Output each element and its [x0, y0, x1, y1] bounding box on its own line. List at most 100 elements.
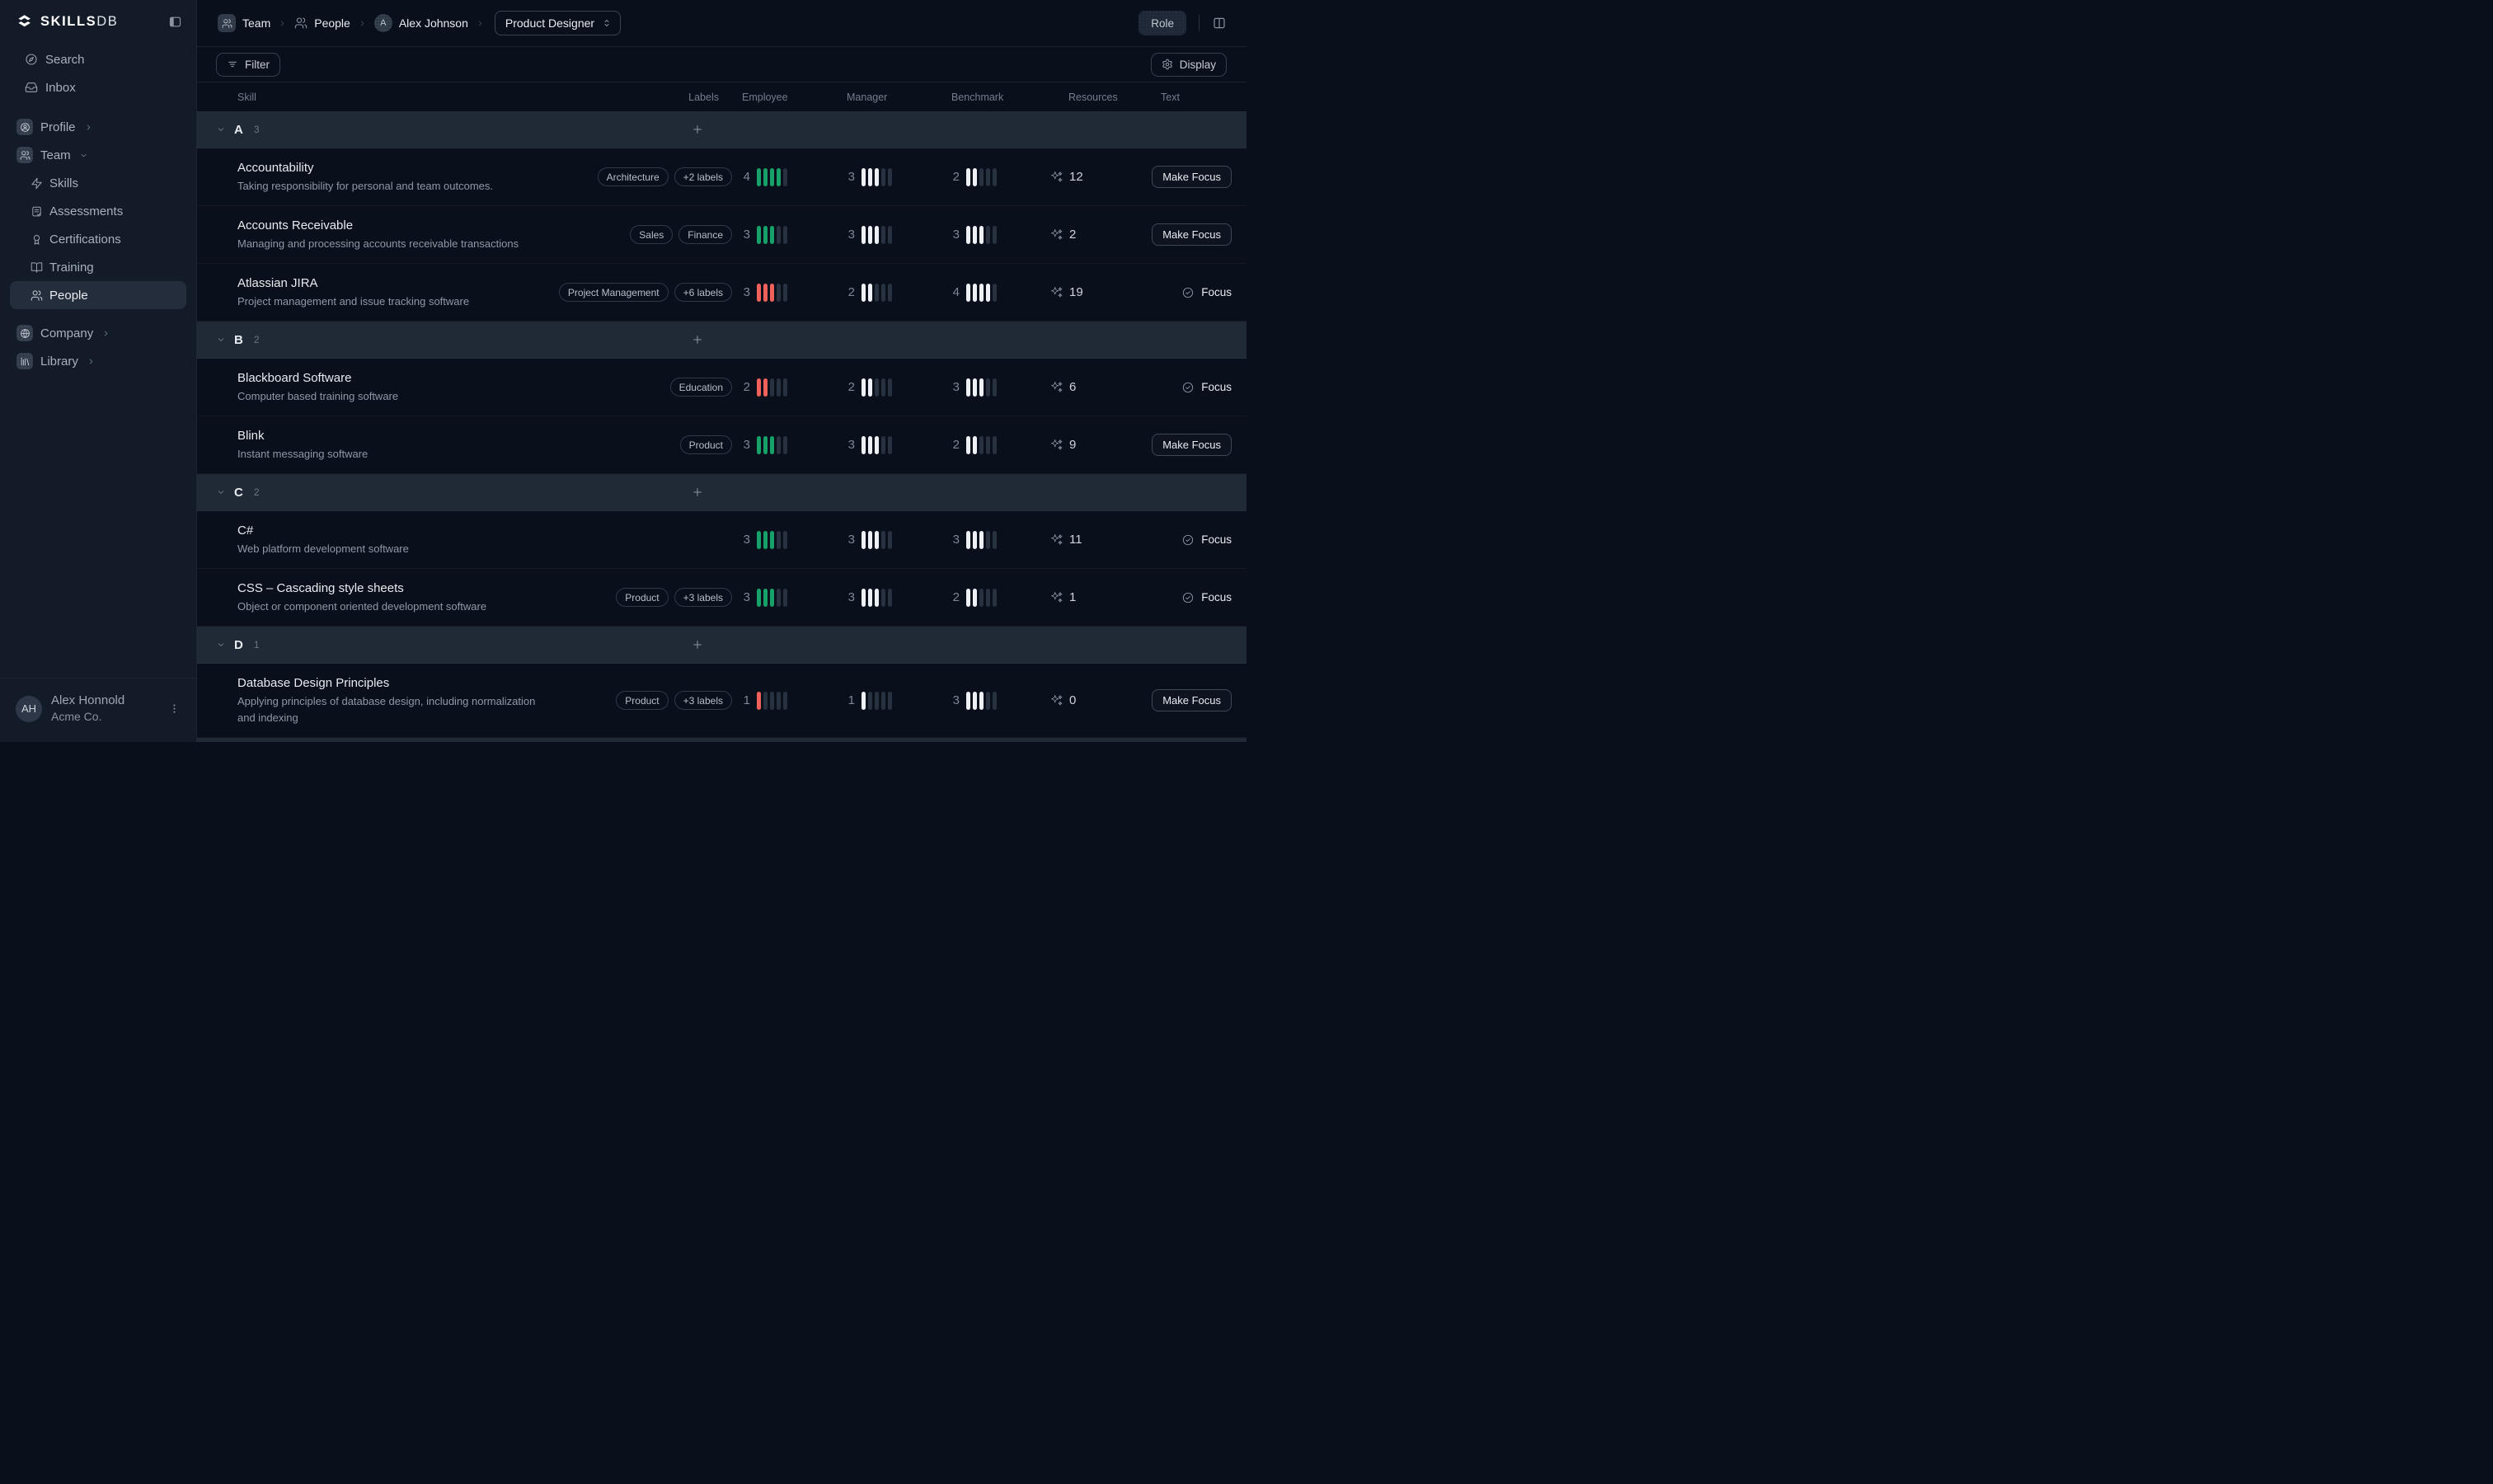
- divider: [1199, 15, 1200, 31]
- add-skill-plus-icon[interactable]: [691, 486, 704, 499]
- focus-status[interactable]: Focus: [1181, 533, 1232, 547]
- chevron-down-icon[interactable]: [216, 640, 226, 650]
- table-row[interactable]: Database Design Principles Applying prin…: [197, 664, 1246, 738]
- manager-rating: 3: [837, 226, 941, 244]
- group-header-row[interactable]: C 2: [197, 474, 1246, 511]
- focus-status-label: Focus: [1201, 381, 1232, 393]
- rating-bar: [881, 436, 885, 454]
- role-button[interactable]: Role: [1139, 11, 1186, 35]
- rating-bar: [973, 378, 977, 397]
- make-focus-button[interactable]: Make Focus: [1152, 689, 1232, 711]
- label-pill[interactable]: +2 labels: [674, 167, 732, 186]
- sidebar-item-certifications[interactable]: Certifications: [10, 225, 186, 253]
- rating-bar: [986, 284, 990, 302]
- table-row[interactable]: Atlassian JIRA Project management and is…: [197, 264, 1246, 322]
- sidebar-item-search[interactable]: Search: [10, 45, 186, 73]
- resources-cell[interactable]: 6: [1045, 380, 1161, 394]
- add-skill-plus-icon[interactable]: [691, 123, 704, 136]
- group-header-row[interactable]: D 1: [197, 627, 1246, 664]
- filter-button[interactable]: Filter: [216, 53, 280, 77]
- resources-cell[interactable]: 12: [1045, 170, 1161, 184]
- sidebar-item-assessments[interactable]: Assessments: [10, 197, 186, 225]
- label-pill[interactable]: Education: [670, 378, 732, 397]
- rating-bar: [986, 226, 990, 244]
- label-pill[interactable]: Product: [680, 435, 732, 454]
- table-row[interactable]: Blink Instant messaging software Product…: [197, 416, 1246, 474]
- breadcrumb-team[interactable]: Team: [218, 14, 270, 32]
- group-header-row[interactable]: E 1: [197, 738, 1246, 742]
- sidebar-item-library[interactable]: Library: [10, 347, 186, 375]
- column-header-manager[interactable]: Manager: [837, 92, 941, 103]
- breadcrumb-people[interactable]: People: [294, 16, 350, 30]
- resources-cell[interactable]: 19: [1045, 285, 1161, 299]
- group-header-row[interactable]: B 2: [197, 322, 1246, 359]
- column-header-labels[interactable]: Labels: [563, 92, 732, 103]
- label-pill[interactable]: Product: [616, 588, 668, 607]
- label-pill[interactable]: +6 labels: [674, 283, 732, 302]
- skill-title: CSS – Cascading style sheets: [237, 580, 553, 598]
- benchmark-rating-value: 2: [951, 170, 960, 184]
- label-pill[interactable]: +3 labels: [674, 588, 732, 607]
- skill-title: Blink: [237, 427, 553, 445]
- chevron-down-icon[interactable]: [216, 124, 226, 134]
- column-header-benchmark[interactable]: Benchmark: [941, 92, 1045, 103]
- resources-count: 1: [1069, 590, 1076, 604]
- group-header-row[interactable]: A 3: [197, 111, 1246, 148]
- columns-panel-icon[interactable]: [1212, 16, 1227, 31]
- label-pill[interactable]: Sales: [630, 225, 673, 244]
- add-skill-plus-icon[interactable]: [691, 333, 704, 346]
- chevron-down-icon[interactable]: [216, 335, 226, 345]
- column-header-employee[interactable]: Employee: [732, 92, 837, 103]
- make-focus-button[interactable]: Make Focus: [1152, 166, 1232, 188]
- display-button[interactable]: Display: [1151, 53, 1227, 77]
- label-pill[interactable]: Architecture: [598, 167, 669, 186]
- sidebar-item-label: Training: [49, 261, 94, 275]
- sidebar-user[interactable]: AH Alex Honnold Acme Co.: [0, 678, 196, 742]
- label-pill[interactable]: +3 labels: [674, 691, 732, 710]
- focus-status[interactable]: Focus: [1181, 381, 1232, 394]
- benchmark-rating-value: 3: [951, 228, 960, 242]
- table-row[interactable]: CSS – Cascading style sheets Object or c…: [197, 569, 1246, 627]
- rating-bar: [862, 692, 866, 710]
- sidebar-item-training[interactable]: Training: [10, 253, 186, 281]
- column-header-skill[interactable]: Skill: [197, 92, 563, 103]
- sidebar-collapse-icon[interactable]: [168, 15, 182, 29]
- sidebar-item-profile[interactable]: Profile: [10, 113, 186, 141]
- role-select[interactable]: Product Designer: [495, 11, 621, 35]
- table-row[interactable]: Accounts Receivable Managing and process…: [197, 206, 1246, 264]
- rating-bar: [979, 692, 984, 710]
- resources-cell[interactable]: 11: [1045, 533, 1161, 547]
- make-focus-button[interactable]: Make Focus: [1152, 223, 1232, 246]
- breadcrumb-person[interactable]: A Alex Johnson: [374, 14, 468, 32]
- column-header-resources[interactable]: Resources: [1045, 92, 1161, 103]
- column-header-text[interactable]: Text: [1161, 92, 1246, 103]
- sidebar: SKILLSDB Search Inbox Profile: [0, 0, 197, 742]
- kebab-menu-icon[interactable]: [168, 702, 181, 715]
- chevron-down-icon[interactable]: [216, 487, 226, 497]
- rating-bar: [966, 378, 970, 397]
- table-row[interactable]: C# Web platform development software 3 3…: [197, 511, 1246, 569]
- label-pill[interactable]: Product: [616, 691, 668, 710]
- sidebar-item-skills[interactable]: Skills: [10, 169, 186, 197]
- benchmark-rating-bars: [966, 531, 997, 549]
- add-skill-plus-icon[interactable]: [691, 638, 704, 651]
- table-row[interactable]: Blackboard Software Computer based train…: [197, 359, 1246, 416]
- resources-cell[interactable]: 9: [1045, 438, 1161, 452]
- focus-status[interactable]: Focus: [1181, 286, 1232, 299]
- table-row[interactable]: Accountability Taking responsibility for…: [197, 148, 1246, 206]
- sidebar-item-people[interactable]: People: [10, 281, 186, 309]
- label-pill[interactable]: Finance: [678, 225, 732, 244]
- sidebar-item-company[interactable]: Company: [10, 319, 186, 347]
- skill-cell: Accounts Receivable Managing and process…: [197, 206, 563, 263]
- resources-cell[interactable]: 1: [1045, 590, 1161, 604]
- label-pills: Project Management+6 labels: [563, 283, 732, 302]
- label-pill[interactable]: Project Management: [559, 283, 669, 302]
- rating-bar: [875, 436, 879, 454]
- sidebar-item-inbox[interactable]: Inbox: [10, 73, 186, 101]
- manager-rating-value: 3: [847, 533, 855, 547]
- make-focus-button[interactable]: Make Focus: [1152, 434, 1232, 456]
- resources-cell[interactable]: 2: [1045, 228, 1161, 242]
- resources-cell[interactable]: 0: [1045, 693, 1161, 707]
- sidebar-item-team[interactable]: Team: [10, 141, 186, 169]
- focus-status[interactable]: Focus: [1181, 591, 1232, 604]
